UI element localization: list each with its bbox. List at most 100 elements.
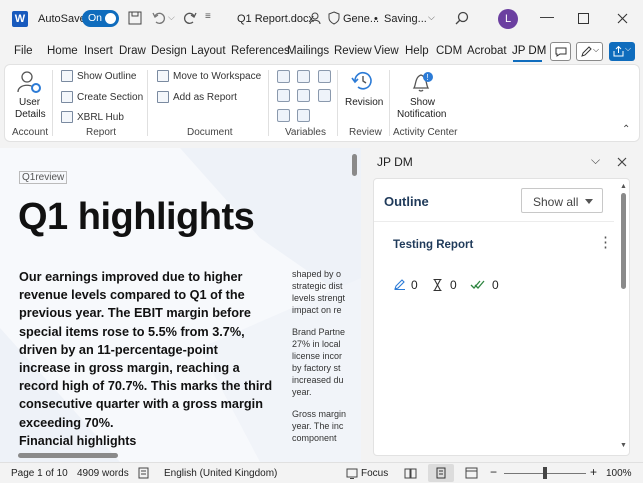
tab-help[interactable]: Help [405,45,429,57]
intro-line: consecutive quarter with a gross margin [19,397,263,412]
customize-qat-icon[interactable]: ≡ [205,11,211,22]
zoom-in-icon[interactable]: + [590,465,597,479]
tab-review[interactable]: Review [334,45,372,57]
variable-table-icon[interactable] [318,89,331,102]
variable-find-icon[interactable] [277,109,290,122]
minimize-icon[interactable]: — [540,8,554,24]
approved-count: 0 [492,278,499,292]
edit-count: 0 [411,278,418,292]
xbrl-icon [61,111,73,123]
vertical-scrollbar[interactable] [352,154,357,176]
print-layout-button[interactable] [428,464,454,482]
tab-design[interactable]: Design [151,45,187,57]
column-line: year. The inc [292,421,344,431]
more-options-icon[interactable]: ⋮ [598,235,613,250]
tab-mailings[interactable]: Mailings [287,45,329,57]
pane-scrollbar-thumb[interactable] [621,193,626,289]
avatar[interactable]: L [498,9,518,29]
undo-dropdown-icon[interactable]: ⌵ [168,12,175,23]
web-layout-icon[interactable] [465,467,478,479]
column-line: strategic dist [292,281,343,291]
user-details-button[interactable]: User Details [10,68,48,124]
variable-link-icon[interactable] [297,70,310,83]
show-all-dropdown[interactable]: Show all [521,188,603,213]
group-label-activity-center: Activity Center [393,127,458,138]
search-icon[interactable] [455,11,469,25]
report-item-title[interactable]: Testing Report [393,239,473,251]
comments-button[interactable] [550,42,571,61]
redo-icon[interactable] [183,11,197,25]
language-status[interactable]: English (United Kingdom) [164,468,277,479]
tab-references[interactable]: References [231,45,290,57]
group-label-report: Report [86,127,117,138]
ribbon-separator [389,70,390,136]
page-count[interactable]: Page 1 of 10 [11,468,68,479]
variable-calc-icon[interactable] [297,89,310,102]
tab-view[interactable]: View [374,45,399,57]
collapse-ribbon-chevron-icon[interactable]: ⌃ [622,124,630,135]
scroll-down-arrow-icon[interactable]: ▼ [620,442,627,449]
variable-list-icon[interactable] [297,109,310,122]
share-people-icon[interactable] [309,11,323,25]
tab-insert[interactable]: Insert [84,45,113,57]
tab-jp-dm[interactable]: JP DM [512,45,546,57]
document-title[interactable]: Q1 Report.docx [237,13,314,25]
pane-content: Outline Show all Testing Report ⋮ 0 0 0 … [373,178,630,456]
zoom-level[interactable]: 100% [606,468,632,479]
xbrl-hub-button[interactable]: XBRL Hub [61,111,124,123]
pane-close-icon[interactable] [617,157,627,167]
read-mode-icon[interactable] [404,467,417,479]
variable-refresh-icon[interactable] [318,70,331,83]
autosave-state: On [88,12,103,24]
share-button[interactable]: ⌵ [609,42,635,61]
intro-line: exceeding 70%. [19,415,114,430]
add-as-report-button[interactable]: Add as Report [157,91,237,103]
word-count[interactable]: 4909 words [77,468,129,479]
proofing-icon[interactable] [138,467,149,479]
intro-line: special items rose to 5.5% from 3.7%, [19,324,245,339]
share-chevron-icon: ⌵ [625,44,632,53]
tab-cdm[interactable]: CDM [436,45,462,57]
page-heading: Q1 highlights [18,196,255,238]
save-status: Saving... [384,13,427,25]
show-notification-label-2: Notification [397,109,447,120]
move-to-workspace-label: Move to Workspace [173,70,262,82]
tab-layout[interactable]: Layout [191,45,226,57]
close-icon[interactable] [617,13,628,24]
show-outline-button[interactable]: Show Outline [61,70,136,82]
pane-options-chevron-icon[interactable]: ⌵ [591,153,600,168]
variable-insert-icon[interactable] [277,70,290,83]
maximize-icon[interactable] [578,13,589,24]
hourglass-icon [433,279,442,291]
task-pane: JP DM ⌵ Outline Show all Testing Report … [362,148,643,462]
add-report-icon [157,91,169,103]
intro-line: increase in gross margin, reaching a [19,361,240,376]
column-line: year. [292,387,312,397]
variable-remove-icon[interactable] [277,89,290,102]
move-to-workspace-button[interactable]: Move to Workspace [157,70,261,82]
tab-home[interactable]: Home [47,45,78,57]
sensitivity-shield-icon[interactable] [328,11,340,25]
save-icon[interactable] [128,11,142,25]
document-canvas[interactable]: Q1review Q1 highlights Our earnings impr… [0,148,361,462]
editing-mode-button[interactable]: ⌵ [576,42,603,61]
focus-button[interactable]: Focus [361,468,388,479]
title-chevron-down-icon[interactable]: ⌵ [428,12,435,23]
notification-bell-icon: ! [412,72,433,92]
tab-acrobat[interactable]: Acrobat [467,45,507,57]
group-label-variables: Variables [285,127,326,138]
create-section-button[interactable]: Create Section [61,91,143,103]
revision-button[interactable]: Revision [343,68,383,112]
zoom-out-icon[interactable]: − [490,465,497,479]
autosave-toggle[interactable]: On [82,10,119,27]
horizontal-scrollbar[interactable] [18,453,118,458]
show-notification-button[interactable]: ! Show Notification [394,68,450,124]
scroll-up-arrow-icon[interactable]: ▲ [620,183,627,190]
revision-label: Revision [345,97,384,108]
outline-label: Outline [384,194,429,209]
tab-file[interactable]: File [14,45,33,57]
zoom-slider-thumb[interactable] [543,467,547,479]
tab-draw[interactable]: Draw [119,45,146,57]
undo-icon[interactable] [152,11,166,25]
column-line: increased du [292,375,344,385]
